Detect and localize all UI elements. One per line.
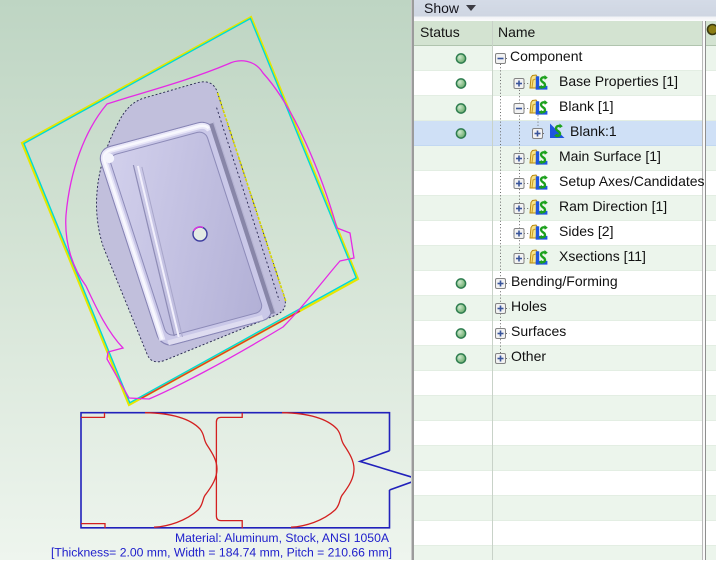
svg-text:Material: Aluminum, Stock, ANS: Material: Aluminum, Stock, ANSI 1050A <box>175 531 390 545</box>
svg-text:[Thickness= 2.00 mm, Width = 1: [Thickness= 2.00 mm, Width = 184.74 mm, … <box>51 546 392 560</box>
